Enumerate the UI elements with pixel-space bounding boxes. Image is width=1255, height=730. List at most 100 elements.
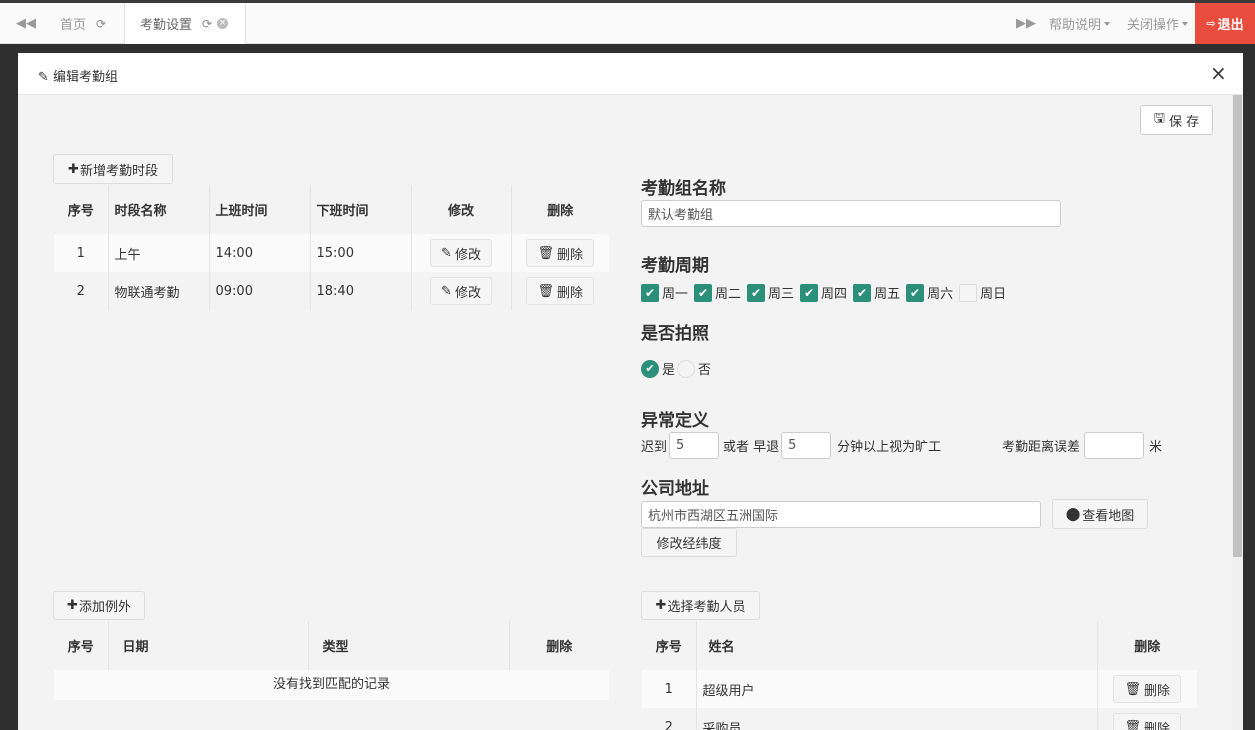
delete-button[interactable]: 🗑 删除 [526,277,595,305]
trash-icon: 🗑 [1124,681,1141,697]
distance-row: 考勤距离误差 米 [1002,432,1162,459]
cell-edit: ✎ 修改 [410,272,511,310]
day-label: 周一 [662,287,689,302]
cell-edit: ✎ 修改 [410,234,511,272]
cell-name: 超级用户 [695,670,1097,708]
column-header: 序号 [67,640,94,655]
logout-label: 退出 [1217,18,1244,33]
delete-button[interactable]: 🗑 删除 [1113,713,1182,730]
or-early-label: 或者 早退 [723,440,780,455]
tab-home[interactable]: 首页 ⟳ [48,3,122,44]
plus-icon: ✚ [655,598,667,613]
column-header: 姓名 [695,621,1097,670]
abnormal-label: 异常定义 [641,411,709,431]
delete-button[interactable]: 🗑 删除 [1113,675,1182,703]
column-header: 序号 [67,204,94,219]
delete-label: 删除 [1144,683,1171,699]
column-header: 删除 [510,185,609,234]
abnormal-row: 迟到 5 或者 早退 5 分钟以上视为旷工 [641,432,941,459]
checkbox-sat[interactable]: ✔ [906,283,925,302]
scrollbar-thumb[interactable] [1233,95,1242,557]
table-row: 2 采购员 🗑 删除 [642,708,1197,730]
tab-home-label: 首页 [60,18,87,33]
cell-no: 2 [54,272,108,310]
edit-label: 修改 [454,285,481,301]
select-staff-label: 选择考勤人员 [667,600,746,615]
trash-icon: 🗑 [537,283,554,299]
tab-attendance-settings[interactable]: 考勤设置 ⟳ × [124,3,246,44]
address-input[interactable]: 杭州市西湖区五洲国际 [641,501,1041,528]
close-operations-menu[interactable]: 关闭操作 [1127,3,1189,44]
radio-no[interactable] [677,359,696,378]
column-header: 类型 [307,621,509,670]
close-tab-icon[interactable]: × [217,18,229,29]
backward-icon[interactable]: ◀◀ [6,3,46,44]
checkbox-tue[interactable]: ✔ [694,283,713,302]
cell-name: 采购员 [695,708,1097,730]
checkbox-wed[interactable]: ✔ [747,283,766,302]
checkbox-fri[interactable]: ✔ [853,283,872,302]
group-name-label: 考勤组名称 [641,179,726,199]
checkbox-sun[interactable] [959,283,978,302]
caret-down-icon [1182,21,1189,26]
cell-delete: 🗑 删除 [510,234,609,272]
tab-attendance-label: 考勤设置 [140,18,193,33]
add-period-label: 新增考勤时段 [79,163,158,179]
cell-no: 2 [642,708,696,730]
radio-yes-label: 是 [662,363,676,378]
add-period-button[interactable]: ✚ 新增考勤时段 [53,154,173,184]
late-minutes-input[interactable]: 5 [669,432,720,459]
early-minutes-input[interactable]: 5 [781,432,832,459]
radio-no-label: 否 [698,363,712,378]
group-name-input[interactable]: 默认考勤组 [641,200,1061,227]
logout-button[interactable]: ⇨ 退出 [1195,3,1255,44]
help-menu[interactable]: 帮助说明 [1049,3,1111,44]
close-icon[interactable]: × [1210,63,1227,83]
column-header: 序号 [655,640,682,655]
delete-button[interactable]: 🗑 删除 [526,239,595,267]
modify-latlng-button[interactable]: 修改经纬度 [641,528,737,557]
refresh-icon[interactable]: ⟳ [96,17,106,31]
map-marker-icon: ⬤ [1065,506,1081,522]
edit-button[interactable]: ✎ 修改 [430,239,492,267]
select-staff-button[interactable]: ✚ 选择考勤人员 [641,591,760,620]
radio-yes[interactable]: ✔ [641,359,659,378]
cell-name: 物联通考勤 [107,272,209,310]
forward-icon[interactable]: ▶▶ [1012,3,1040,44]
weekday-checkboxes: ✔ 周一 ✔ 周二 ✔ 周三 ✔ 周四 ✔ 周五 ✔ 周六 周日 [641,283,1012,302]
meter-label: 米 [1149,440,1163,455]
column-header: 下班时间 [309,185,411,234]
cell-end: 18:40 [309,272,411,310]
day-label: 周六 [927,287,954,302]
edit-attendance-group-modal: ✎ 编辑考勤组 × 🖫 保 存 ✚ 新增考勤时段 序号 时段名称 上班时间 下班时间… [18,53,1243,730]
day-label: 周五 [874,287,901,302]
add-exception-button[interactable]: ✚ 添加例外 [53,591,145,620]
save-button[interactable]: 🖫 保 存 [1140,105,1213,135]
view-map-button[interactable]: ⬤ 查看地图 [1052,499,1148,529]
scrollbar[interactable] [1232,95,1243,730]
table-row: 1 上午 14:00 15:00 ✎ 修改 🗑 删除 [54,234,609,272]
trash-icon: 🗑 [537,245,554,261]
column-header: 上班时间 [208,185,310,234]
day-label: 周二 [715,287,742,302]
cell-end: 15:00 [309,234,411,272]
refresh-icon[interactable]: ⟳ [202,17,212,31]
help-menu-label: 帮助说明 [1049,18,1102,33]
cell-delete: 🗑 删除 [1096,670,1197,708]
cell-no: 1 [642,670,696,708]
column-header: 删除 [1096,621,1197,670]
exceptions-table: 序号 日期 类型 删除 [54,621,609,670]
close-operations-label: 关闭操作 [1127,18,1180,33]
empty-records-row: 没有找到匹配的记录 [54,670,609,700]
distance-input[interactable] [1084,432,1145,459]
cell-delete: 🗑 删除 [510,272,609,310]
staff-table: 序号 姓名 删除 1 超级用户 🗑 删除 2 采购员 🗑 删除 [642,621,1197,730]
top-tab-bar: ◀◀ 首页 ⟳ 考勤设置 ⟳ × ▶▶ 帮助说明 关闭操作 ⇨ 退出 [0,0,1255,44]
edit-icon: ✎ [38,70,49,85]
checkbox-mon[interactable]: ✔ [641,283,659,302]
modal-title-text: 编辑考勤组 [53,70,119,85]
checkbox-thu[interactable]: ✔ [800,283,819,302]
cycle-label: 考勤周期 [641,256,709,276]
edit-button[interactable]: ✎ 修改 [430,277,492,305]
view-map-label: 查看地图 [1082,508,1135,524]
